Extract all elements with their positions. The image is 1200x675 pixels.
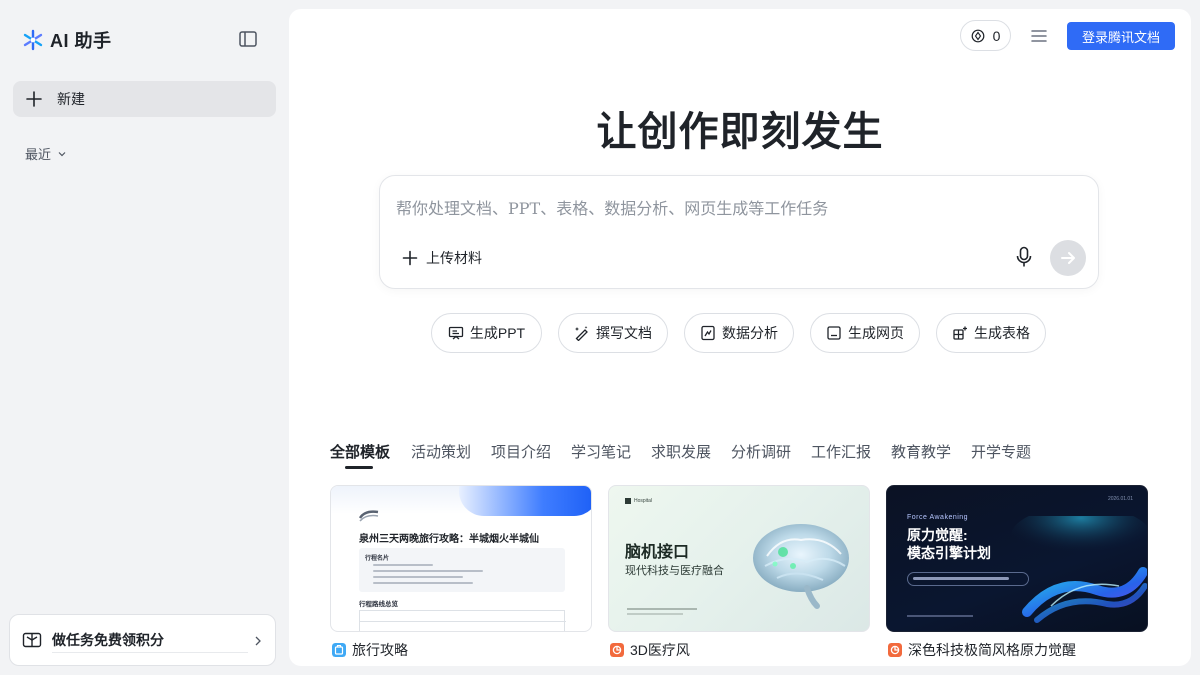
thumb-brand: Hospital [625, 498, 652, 504]
thumb-text-line [627, 608, 697, 610]
active-tab-indicator [345, 466, 373, 469]
sidebar-toggle-icon[interactable] [238, 29, 258, 49]
main-panel: 0 登录腾讯文档 让创作即刻发生 上传材料 [289, 9, 1191, 666]
template-card-medical[interactable]: Hospital 脑机接口 现代科技与医疗融合 3D医疗风 [608, 485, 870, 658]
logo[interactable]: AI 助手 [22, 27, 112, 53]
points-count: 0 [992, 27, 1001, 44]
tab-notes[interactable]: 学习笔记 [571, 441, 631, 462]
tab-education[interactable]: 教育教学 [891, 441, 951, 462]
divider [52, 652, 248, 653]
thumb-kicker: Force Awakening [907, 514, 969, 521]
logo-icon [23, 29, 43, 51]
thumb-text-line [907, 615, 973, 617]
template-thumbnail: Hospital 脑机接口 现代科技与医疗融合 [608, 485, 870, 632]
plus-icon [26, 91, 42, 107]
thumb-subtitle: 现代科技与医疗融合 [625, 565, 724, 577]
thumb-decoration [459, 486, 591, 516]
hero-title: 让创作即刻发生 [596, 108, 884, 155]
template-thumbnail: 泉州三天两晚旅行攻略：半城烟火半城仙 行程名片 行程路线总览 [330, 485, 592, 632]
template-card-tech[interactable]: 2026.01.01 Force Awakening 原力觉醒: 模态引擎计划 [886, 485, 1148, 658]
recent-toggle[interactable]: 最近 [25, 144, 67, 163]
thumb-text-line [373, 570, 483, 572]
chart-icon [701, 325, 715, 341]
points-icon [971, 29, 984, 42]
new-chat-label: 新建 [57, 91, 85, 107]
chevron-down-icon [58, 151, 66, 156]
microphone-icon[interactable] [1014, 246, 1034, 268]
template-caption: 旅行攻略 [332, 640, 408, 660]
upload-button[interactable]: 上传材料 [402, 248, 482, 268]
tab-back-to-school[interactable]: 开学专题 [971, 441, 1031, 462]
logo-text: AI 助手 [50, 31, 112, 51]
task-rewards-label: 做任务免费领积分 [52, 632, 164, 648]
thumb-title: 原力觉醒: 模态引擎计划 [907, 526, 991, 562]
thumb-title: 脑机接口 [625, 544, 690, 561]
sidebar: AI 助手 新建 最近 做任务免费领积分 [0, 0, 289, 675]
chevron-right-icon [255, 636, 261, 646]
arrow-right-icon [1061, 252, 1075, 264]
template-caption-text: 旅行攻略 [352, 642, 408, 658]
new-chat-button[interactable]: 新建 [13, 81, 276, 117]
table-icon [953, 326, 967, 340]
swirl-illustration [1011, 516, 1147, 623]
ppt-icon [888, 643, 902, 657]
task-rewards-card[interactable]: 做任务免费领积分 [9, 614, 276, 666]
thumb-table [359, 610, 566, 631]
presentation-icon [448, 326, 464, 340]
quick-action-label: 生成网页 [848, 325, 904, 341]
quick-action-label: 数据分析 [722, 325, 778, 341]
tab-all[interactable]: 全部模板 [330, 441, 390, 462]
quick-action-label: 撰写文档 [596, 325, 652, 341]
webpage-icon [827, 326, 841, 340]
template-caption-text: 深色科技极简风格原力觉醒 [908, 642, 1076, 658]
quick-action-ppt[interactable]: 生成PPT [431, 313, 542, 353]
recent-label: 最近 [25, 147, 52, 162]
thumb-text-line [627, 613, 683, 615]
template-caption: 3D医疗风 [610, 640, 690, 660]
magic-pen-icon [575, 326, 588, 341]
send-button[interactable] [1050, 240, 1086, 276]
thumb-title: 泉州三天两晚旅行攻略：半城烟火半城仙 [359, 534, 539, 545]
brain-illustration [753, 524, 849, 609]
tab-project[interactable]: 项目介绍 [491, 441, 551, 462]
template-card-travel[interactable]: 泉州三天两晚旅行攻略：半城烟火半城仙 行程名片 行程路线总览 旅行攻略 [330, 485, 592, 658]
quick-action-doc[interactable]: 撰写文档 [558, 313, 668, 353]
travel-icon [332, 643, 346, 657]
points-badge[interactable]: 0 [960, 20, 1011, 51]
wave-icon [359, 510, 379, 522]
tab-career[interactable]: 求职发展 [651, 441, 711, 462]
thumb-date: 2026.01.01 [1107, 496, 1133, 502]
login-button[interactable]: 登录腾讯文档 [1067, 22, 1175, 50]
quick-action-data[interactable]: 数据分析 [684, 313, 794, 353]
quick-action-label: 生成PPT [469, 325, 526, 341]
thumb-text-line [373, 576, 463, 578]
thumb-section-heading: 行程路线总览 [359, 601, 398, 608]
template-thumbnail: 2026.01.01 Force Awakening 原力觉醒: 模态引擎计划 [886, 485, 1148, 632]
gift-icon [22, 632, 42, 648]
quick-action-webpage[interactable]: 生成网页 [810, 313, 920, 353]
thumb-section-heading: 行程名片 [365, 556, 390, 562]
template-caption-text: 3D医疗风 [630, 642, 690, 658]
upload-label: 上传材料 [426, 250, 482, 266]
thumb-title-line: 模态引擎计划 [907, 545, 991, 561]
quick-actions: 生成PPT 撰写文档 数据分析 生成网页 生成表格 [289, 313, 1191, 353]
quick-action-label: 生成表格 [974, 325, 1030, 341]
thumb-text-line [373, 582, 473, 584]
tab-report[interactable]: 工作汇报 [811, 441, 871, 462]
thumb-text-line [913, 577, 1009, 580]
tab-research[interactable]: 分析调研 [731, 441, 791, 462]
ppt-icon [610, 643, 624, 657]
tab-event[interactable]: 活动策划 [411, 441, 471, 462]
thumb-text-line [373, 564, 433, 566]
prompt-box: 上传材料 [379, 175, 1099, 289]
plus-icon [402, 250, 418, 266]
prompt-input[interactable] [396, 196, 1056, 220]
menu-icon[interactable] [1030, 28, 1048, 44]
quick-action-table[interactable]: 生成表格 [936, 313, 1046, 353]
template-caption: 深色科技极简风格原力觉醒 [888, 640, 1076, 660]
thumb-title-line: 原力觉醒: [907, 527, 968, 543]
